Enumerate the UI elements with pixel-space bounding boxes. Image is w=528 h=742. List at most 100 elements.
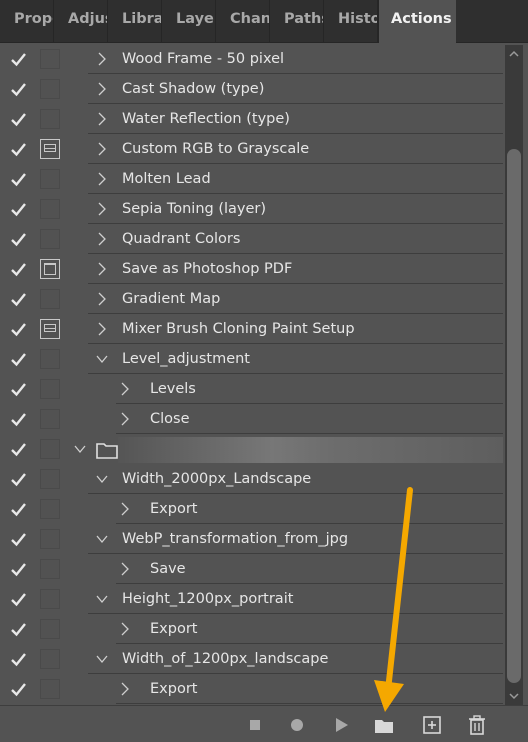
action-row[interactable]: Wood Frame - 50 pixel bbox=[0, 45, 503, 75]
chevron-right-icon[interactable] bbox=[95, 112, 109, 126]
dialog-toggle[interactable] bbox=[40, 649, 60, 669]
tab-actions[interactable]: Actions bbox=[378, 0, 456, 43]
scrollbar-thumb[interactable] bbox=[507, 149, 521, 683]
action-row[interactable]: Custom RGB to Grayscale bbox=[0, 135, 503, 165]
dialog-toggle[interactable] bbox=[40, 409, 60, 429]
checkmark-icon[interactable] bbox=[10, 501, 27, 518]
stop-icon[interactable] bbox=[244, 714, 266, 736]
action-row[interactable]: Export bbox=[0, 615, 503, 645]
dialog-toggle[interactable] bbox=[40, 139, 60, 159]
checkmark-icon[interactable] bbox=[10, 81, 27, 98]
checkmark-icon[interactable] bbox=[10, 231, 27, 248]
action-set-row[interactable] bbox=[0, 435, 503, 465]
chevron-right-icon[interactable] bbox=[118, 382, 132, 396]
checkmark-icon[interactable] bbox=[10, 651, 27, 668]
tab-chann[interactable]: Chann bbox=[216, 0, 270, 43]
dialog-toggle[interactable] bbox=[40, 259, 60, 279]
checkmark-icon[interactable] bbox=[10, 171, 27, 188]
chevron-right-icon[interactable] bbox=[95, 172, 109, 186]
tab-adjus[interactable]: Adjus bbox=[54, 0, 108, 43]
dialog-toggle[interactable] bbox=[40, 79, 60, 99]
chevron-right-icon[interactable] bbox=[95, 232, 109, 246]
dialog-toggle[interactable] bbox=[40, 169, 60, 189]
checkmark-icon[interactable] bbox=[10, 441, 27, 458]
action-row[interactable]: Sepia Toning (layer) bbox=[0, 195, 503, 225]
checkmark-icon[interactable] bbox=[10, 201, 27, 218]
checkmark-icon[interactable] bbox=[10, 471, 27, 488]
checkmark-icon[interactable] bbox=[10, 141, 27, 158]
tab-librar[interactable]: Librar bbox=[108, 0, 162, 43]
checkmark-icon[interactable] bbox=[10, 51, 27, 68]
tab-prope[interactable]: Prope bbox=[0, 0, 54, 43]
action-row[interactable]: Save as Photoshop PDF bbox=[0, 255, 503, 285]
checkmark-icon[interactable] bbox=[10, 261, 27, 278]
chevron-down-icon[interactable] bbox=[95, 532, 109, 546]
dialog-toggle[interactable] bbox=[40, 439, 60, 459]
action-row[interactable]: Close bbox=[0, 405, 503, 435]
action-row[interactable]: Levels bbox=[0, 375, 503, 405]
dialog-toggle[interactable] bbox=[40, 559, 60, 579]
checkmark-icon[interactable] bbox=[10, 561, 27, 578]
checkmark-icon[interactable] bbox=[10, 291, 27, 308]
dialog-toggle[interactable] bbox=[40, 289, 60, 309]
chevron-right-icon[interactable] bbox=[118, 622, 132, 636]
checkmark-icon[interactable] bbox=[10, 351, 27, 368]
checkmark-icon[interactable] bbox=[10, 621, 27, 638]
action-row[interactable]: WebP_transformation_from_jpg bbox=[0, 525, 503, 555]
dialog-toggle[interactable] bbox=[40, 499, 60, 519]
action-row[interactable]: Export bbox=[0, 495, 503, 525]
chevron-right-icon[interactable] bbox=[95, 202, 109, 216]
chevron-right-icon[interactable] bbox=[95, 82, 109, 96]
dialog-toggle[interactable] bbox=[40, 199, 60, 219]
trash-icon[interactable] bbox=[466, 714, 488, 736]
action-row[interactable]: Water Reflection (type) bbox=[0, 105, 503, 135]
checkmark-icon[interactable] bbox=[10, 681, 27, 698]
scrollbar[interactable] bbox=[505, 45, 523, 705]
dialog-toggle[interactable] bbox=[40, 319, 60, 339]
action-row[interactable]: Save bbox=[0, 555, 503, 585]
scroll-up-icon[interactable] bbox=[508, 49, 520, 59]
dialog-toggle[interactable] bbox=[40, 349, 60, 369]
folder-icon[interactable] bbox=[373, 714, 395, 736]
action-row[interactable]: Molten Lead bbox=[0, 165, 503, 195]
action-row[interactable]: Level_adjustment bbox=[0, 345, 503, 375]
checkmark-icon[interactable] bbox=[10, 411, 27, 428]
dialog-toggle[interactable] bbox=[40, 49, 60, 69]
action-row[interactable]: Height_1200px_portrait bbox=[0, 585, 503, 615]
action-row[interactable]: Quadrant Colors bbox=[0, 225, 503, 255]
chevron-right-icon[interactable] bbox=[118, 562, 132, 576]
chevron-right-icon[interactable] bbox=[118, 502, 132, 516]
chevron-right-icon[interactable] bbox=[95, 142, 109, 156]
dialog-toggle[interactable] bbox=[40, 679, 60, 699]
chevron-down-icon[interactable] bbox=[95, 472, 109, 486]
chevron-down-icon[interactable] bbox=[95, 592, 109, 606]
dialog-toggle[interactable] bbox=[40, 589, 60, 609]
action-row[interactable]: Gradient Map bbox=[0, 285, 503, 315]
chevron-right-icon[interactable] bbox=[118, 412, 132, 426]
chevron-right-icon[interactable] bbox=[118, 682, 132, 696]
tab-paths[interactable]: Paths bbox=[270, 0, 324, 43]
chevron-down-icon[interactable] bbox=[95, 352, 109, 366]
dialog-toggle[interactable] bbox=[40, 379, 60, 399]
scroll-down-icon[interactable] bbox=[508, 691, 520, 701]
action-row[interactable]: Width_2000px_Landscape bbox=[0, 465, 503, 495]
checkmark-icon[interactable] bbox=[10, 111, 27, 128]
chevron-right-icon[interactable] bbox=[95, 322, 109, 336]
action-row[interactable]: Cast Shadow (type) bbox=[0, 75, 503, 105]
chevron-down-icon[interactable] bbox=[95, 652, 109, 666]
action-row[interactable]: Export bbox=[0, 675, 503, 705]
action-row[interactable]: Mixer Brush Cloning Paint Setup bbox=[0, 315, 503, 345]
tab-histor[interactable]: Histor bbox=[324, 0, 378, 43]
checkmark-icon[interactable] bbox=[10, 321, 27, 338]
checkmark-icon[interactable] bbox=[10, 531, 27, 548]
action-row[interactable]: Width_of_1200px_landscape bbox=[0, 645, 503, 675]
chevron-right-icon[interactable] bbox=[95, 292, 109, 306]
dialog-toggle[interactable] bbox=[40, 619, 60, 639]
dialog-toggle[interactable] bbox=[40, 469, 60, 489]
checkmark-icon[interactable] bbox=[10, 381, 27, 398]
dialog-toggle[interactable] bbox=[40, 109, 60, 129]
chevron-right-icon[interactable] bbox=[95, 262, 109, 276]
action-set-name-redacted[interactable] bbox=[118, 437, 503, 463]
record-icon[interactable] bbox=[286, 714, 308, 736]
tab-layers[interactable]: Layers bbox=[162, 0, 216, 43]
